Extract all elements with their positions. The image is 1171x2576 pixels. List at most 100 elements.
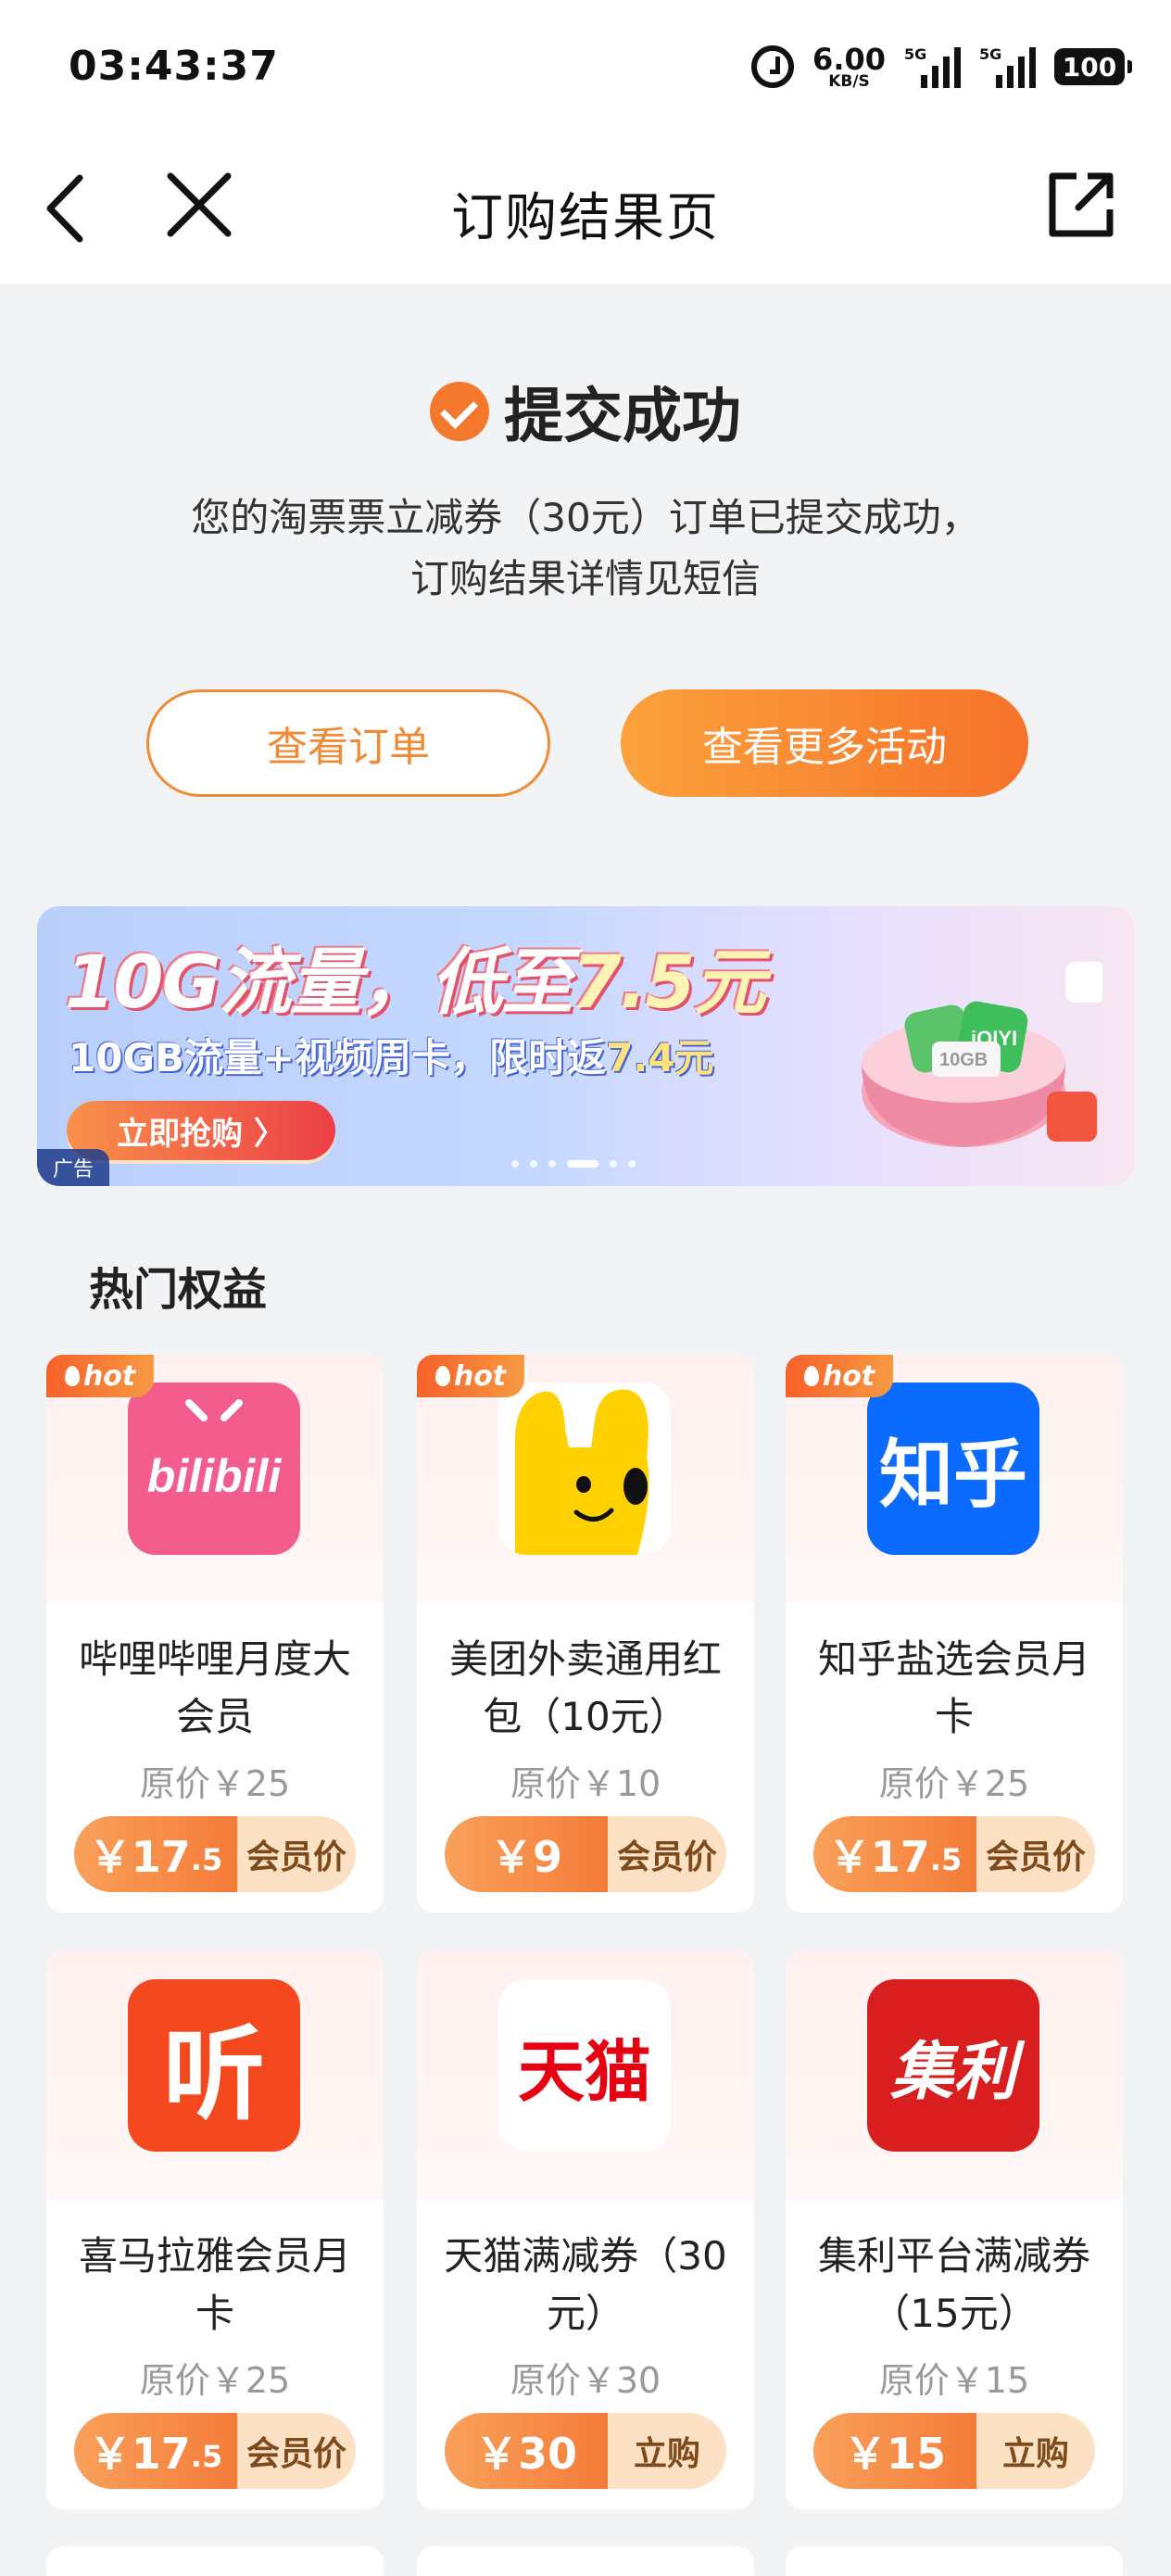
product-name-line: 会员 (175, 1694, 254, 1739)
product-card-zhihu[interactable]: 知乎 hot 知乎盐选会员月 卡 原价￥25 ￥17.5 会员价 (786, 1355, 1123, 1913)
hot-badge-text: hot (822, 1359, 875, 1393)
product-card-jili[interactable]: 集利 集利平台满减券 （15元） 原价￥15 ￥15 立购 (786, 1951, 1123, 2509)
top-bar: 03:43:37 6.00 KB/S 5G 5G 100 订购结果页 (0, 0, 1171, 284)
member-price: ￥15 (813, 2413, 976, 2489)
hot-badge: hot (417, 1355, 524, 1397)
network-speed: 6.00 KB/S (812, 44, 886, 90)
gift-label: 10GB (939, 1050, 988, 1070)
product-card-bilibili[interactable]: bilibili hot 哔哩哔哩月度大 会员 原价￥25 ￥17.5 会员价 (46, 1355, 384, 1913)
price-button[interactable]: ￥17.5 会员价 (74, 1816, 356, 1892)
bilibili-tv-icon: bilibili (147, 1399, 283, 1502)
product-card-partial[interactable] (46, 2546, 384, 2576)
product-name-line: 元） (546, 2291, 624, 2336)
product-name-line: 包（10元） (483, 1694, 688, 1739)
price-decimal: .5 (929, 1842, 963, 1877)
banner-subtitle-accent: 7.4元 (606, 1035, 714, 1080)
price-action: 会员价 (608, 1816, 726, 1892)
signal-icon: 5G (904, 45, 961, 88)
banner-buy-button[interactable]: 立即抢购 〉 (67, 1101, 335, 1160)
gift-box-illustration: iQIYI 10GB (862, 962, 1102, 1147)
promo-banner[interactable]: 10G流量，低至7.5元 10GB流量+视频周卡，限时返7.4元 立即抢购 〉 … (37, 906, 1134, 1186)
ximalaya-logo: 听 (128, 1979, 300, 2152)
pagination-dot (628, 1160, 636, 1168)
pagination-dot (530, 1160, 537, 1168)
view-order-button[interactable]: 查看订单 (146, 689, 550, 797)
original-price: 原价￥25 (139, 2360, 291, 2401)
logo-text: 听 (163, 2015, 265, 2134)
original-price: 原价￥25 (139, 1763, 291, 1804)
member-price: ￥17.5 (813, 1816, 976, 1892)
price-decimal: .5 (190, 1842, 223, 1877)
ad-label: 广告 (37, 1149, 109, 1186)
buy-now-label: 立购 (608, 2413, 726, 2489)
price-button[interactable]: ￥17.5 会员价 (813, 1816, 1095, 1892)
product-card-partial[interactable] (786, 2546, 1123, 2576)
pagination-dot (610, 1160, 617, 1168)
price-button[interactable]: ￥9 会员价 (445, 1816, 726, 1892)
price-action: 会员价 (237, 2413, 356, 2489)
meituan-logo (498, 1383, 671, 1555)
flame-icon (803, 1366, 819, 1386)
product-name-line: 卡 (934, 1694, 974, 1739)
price-button[interactable]: ￥30 立购 (445, 2413, 726, 2489)
logo-text: bilibili (147, 1450, 283, 1502)
pagination-dot (548, 1160, 556, 1168)
page-title: 订购结果页 (451, 188, 720, 248)
product-card-partial[interactable] (417, 2546, 754, 2576)
product-card-meituan[interactable]: hot 美团外卖通用红 包（10元） 原价￥10 ￥9 会员价 (417, 1355, 754, 1913)
banner-headline: 10G流量，低至7.5元 (65, 925, 766, 1029)
product-name: 天猫满减券（30 元） (435, 2228, 736, 2342)
original-price: 原价￥25 (878, 1763, 1030, 1804)
flame-icon (434, 1366, 450, 1386)
check-circle-icon (430, 382, 489, 441)
success-description-line: 您的淘票票立减券（30元）订单已提交成功， (191, 495, 980, 540)
original-price: 原价￥30 (510, 2360, 661, 2401)
section-title: 热门权益 (89, 1264, 268, 1316)
price-action: 会员价 (237, 1816, 356, 1892)
banner-subtitle: 10GB流量+视频周卡，限时返7.4元 (69, 1027, 714, 1083)
product-name-line: （15元） (871, 2291, 1038, 2336)
more-activities-button[interactable]: 查看更多活动 (621, 689, 1028, 797)
jili-logo: 集利 (867, 1979, 1039, 2152)
logo-text: 知乎 (879, 1432, 1027, 1518)
network-speed-unit: KB/S (828, 71, 870, 91)
product-name: 知乎盐选会员月 卡 (804, 1631, 1104, 1746)
network-speed-value: 6.00 (812, 41, 886, 77)
logo-text: 天猫 (517, 2032, 651, 2111)
battery-icon: 100 (1054, 48, 1132, 85)
price-decimal: .5 (190, 2439, 223, 2474)
kangaroo-mascot-icon (514, 1389, 649, 1555)
product-name-line: 卡 (195, 2291, 234, 2336)
original-price: 原价￥10 (510, 1763, 661, 1804)
success-header: 提交成功 (0, 369, 1171, 454)
banner-pagination (511, 1160, 636, 1168)
member-price: ￥17.5 (74, 2413, 237, 2489)
price-main: ￥17 (827, 1832, 930, 1882)
price-main: ￥30 (474, 2429, 577, 2479)
product-name-line: 哔哩哔哩月度大 (78, 1636, 351, 1682)
hot-badge-text: hot (453, 1359, 507, 1393)
product-name: 美团外卖通用红 包（10元） (435, 1631, 736, 1746)
success-description: 您的淘票票立减券（30元）订单已提交成功， 订购结果详情见短信 (0, 487, 1171, 610)
share-icon[interactable] (1045, 169, 1117, 241)
product-name-line: 喜马拉雅会员月 (78, 2233, 351, 2279)
product-card-ximalaya[interactable]: 听 喜马拉雅会员月 卡 原价￥25 ￥17.5 会员价 (46, 1951, 384, 2509)
flame-icon (64, 1366, 80, 1386)
banner-headline-text: 10G流量，低至 (65, 941, 573, 1025)
banner-subtitle-text: 10GB流量+视频周卡，限时返 (69, 1035, 607, 1080)
bilibili-logo: bilibili (128, 1383, 300, 1555)
price-main: ￥15 (843, 2429, 946, 2479)
buy-now-label: 立购 (976, 2413, 1095, 2489)
price-button[interactable]: ￥15 立购 (813, 2413, 1095, 2489)
pagination-dot-active (567, 1160, 598, 1168)
original-price: 原价￥15 (878, 2360, 1030, 2401)
price-button[interactable]: ￥17.5 会员价 (74, 2413, 356, 2489)
signal-label: 5G (979, 45, 1002, 63)
product-name-line: 知乎盐选会员月 (817, 1636, 1090, 1682)
product-name-line: 集利平台满减券 (817, 2233, 1090, 2279)
product-card-tmall[interactable]: 天猫 天猫满减券（30 元） 原价￥30 ￥30 立购 (417, 1951, 754, 2509)
member-price: ￥9 (445, 1816, 608, 1892)
member-price: ￥17.5 (74, 1816, 237, 1892)
product-name-line: 美团外卖通用红 (448, 1636, 722, 1682)
signal-label: 5G (904, 45, 927, 63)
